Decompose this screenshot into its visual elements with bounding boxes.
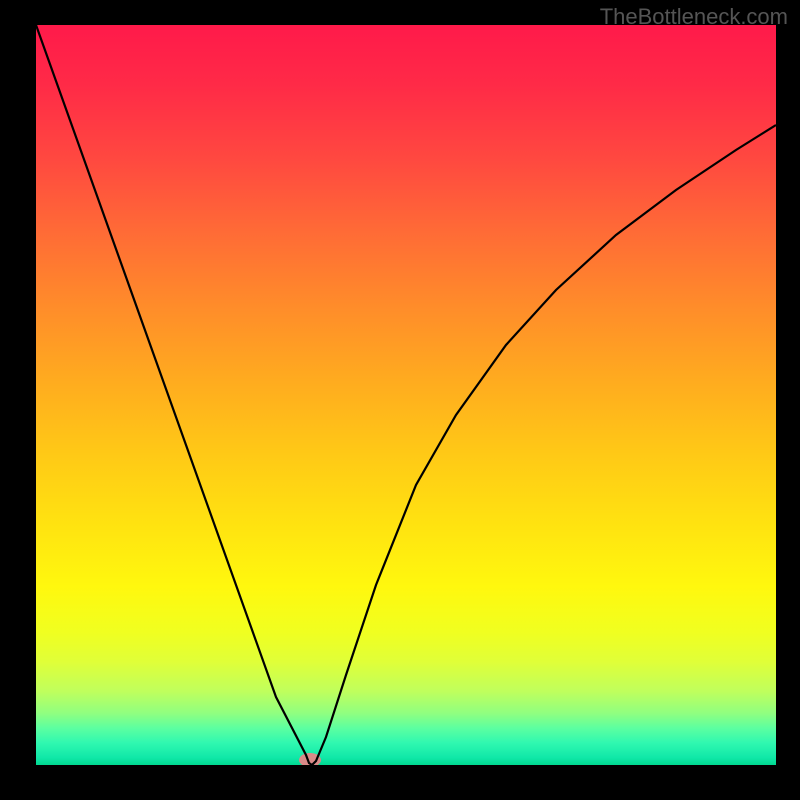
watermark-text: TheBottleneck.com: [600, 4, 788, 30]
bottleneck-curve: [36, 25, 776, 765]
plot-area: [36, 25, 776, 765]
curve-svg: [36, 25, 776, 765]
